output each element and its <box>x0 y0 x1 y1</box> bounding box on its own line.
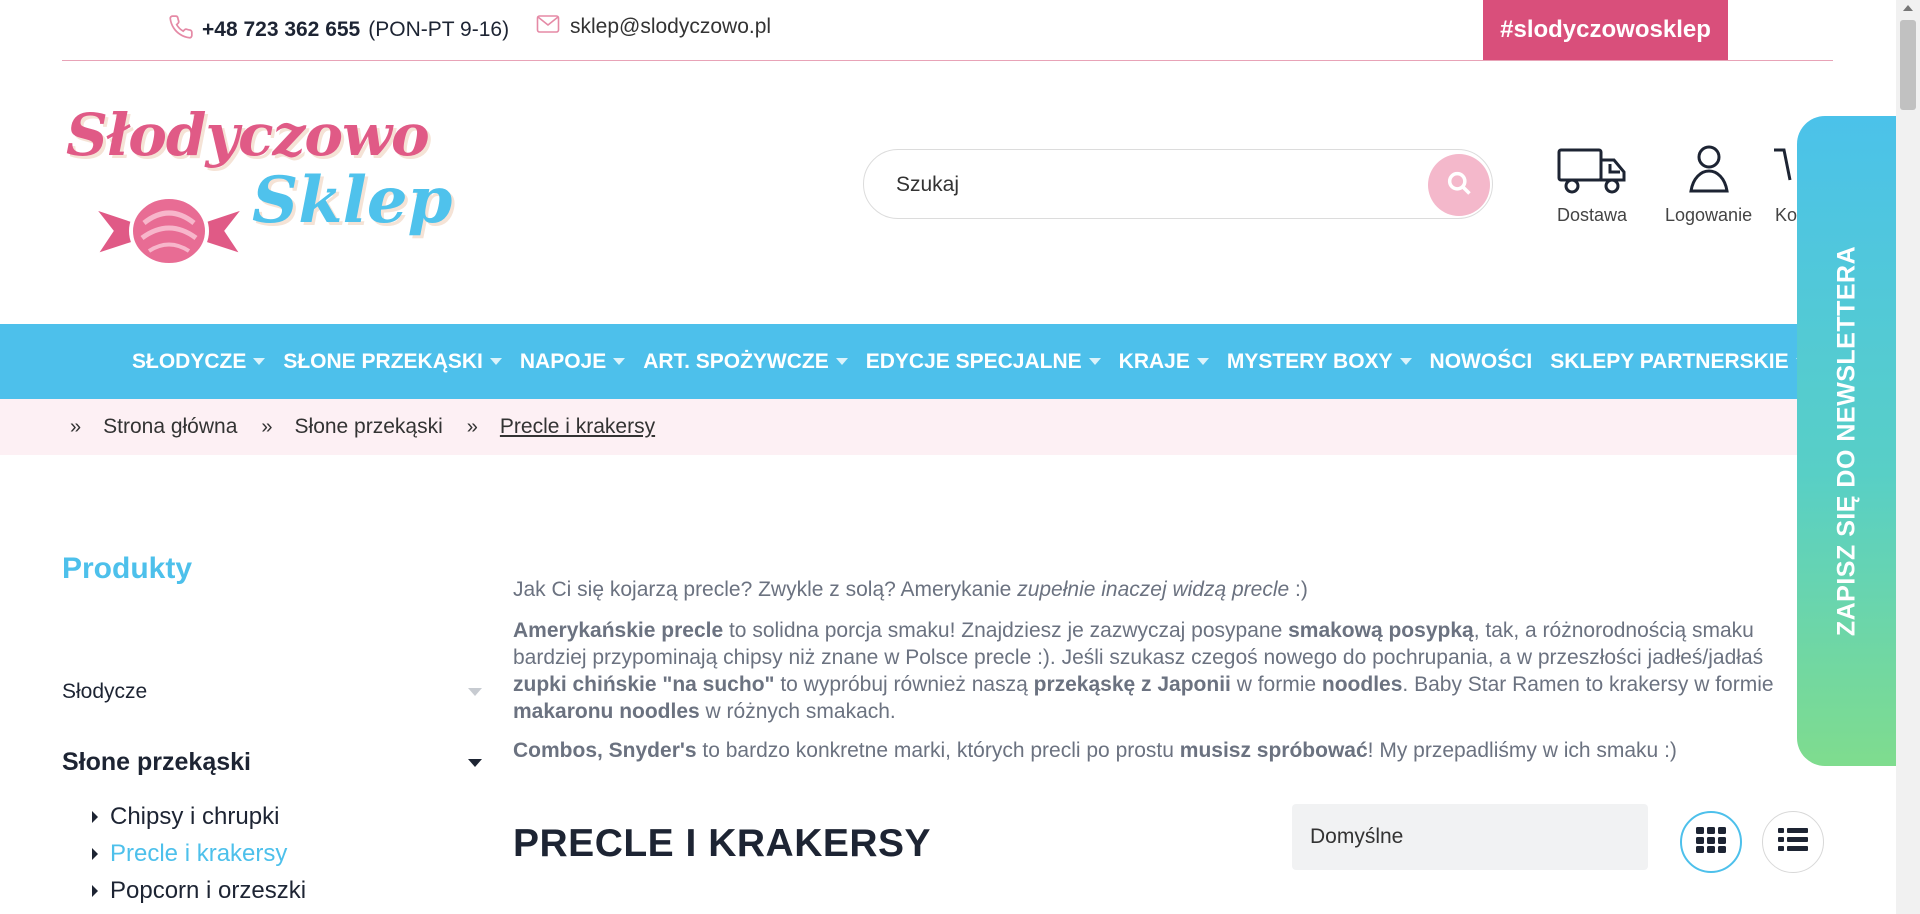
breadcrumb-slone-przekaski[interactable]: Słone przekąski <box>295 415 443 439</box>
chevron-down-icon <box>835 358 848 365</box>
sidebar-subitem-chipsy[interactable]: Chipsy i chrupki <box>92 803 279 831</box>
logo-text-line1: Słodyczowo <box>66 101 430 169</box>
sidebar-title: Produkty <box>62 552 193 585</box>
search-button[interactable] <box>1428 154 1490 216</box>
chevron-down-icon <box>489 358 502 365</box>
chevron-down-icon[interactable] <box>468 758 482 767</box>
contact-phone[interactable]: +48 723 362 655 (PON-PT 9-16) <box>168 14 509 46</box>
newsletter-label: ZAPISZ SIĘ DO NEWSLETTERA <box>1832 245 1860 637</box>
user-icon <box>1687 145 1731 200</box>
category-description: Jak Ci się kojarzą precle? Zwykle z solą… <box>513 576 1803 776</box>
list-icon <box>1778 827 1808 857</box>
grid-icon <box>1696 826 1726 858</box>
chevron-down-icon <box>613 358 626 365</box>
scrollbar-thumb[interactable] <box>1900 20 1916 110</box>
sidebar-subitem-popcorn[interactable]: Popcorn i orzeszki <box>92 877 306 905</box>
sidebar-category-slone-przekaski[interactable]: Słone przekąski <box>62 748 482 777</box>
phone-hours: (PON-PT 9-16) <box>368 18 510 41</box>
logo-text-line2: Sklep <box>252 163 453 238</box>
mail-icon <box>536 14 560 40</box>
breadcrumb: » Strona główna » Słone przekąski » Precle … <box>0 399 1920 455</box>
sidebar-category-label: Słodycze <box>62 680 148 703</box>
truck-icon <box>1556 148 1628 200</box>
newsletter-tab[interactable]: ZAPISZ SIĘ DO NEWSLETTERA <box>1797 116 1896 766</box>
cart-label: Ko <box>1774 205 1798 225</box>
sidebar-subitem-label: Precle i krakersy <box>110 840 288 867</box>
nav-item-nowosci[interactable]: NOWOŚCI <box>1430 350 1533 374</box>
grid-view-button[interactable] <box>1680 811 1742 873</box>
nav-item-edycje-specjalne[interactable]: EDYCJE SPECJALNE <box>866 350 1101 374</box>
scroll-up-icon[interactable] <box>1903 5 1913 11</box>
nav-item-slone-przekaski[interactable]: SŁONE PRZEKĄSKI <box>283 350 502 374</box>
nav-item-mystery-boxy[interactable]: MYSTERY BOXY <box>1227 350 1412 374</box>
main-nav: SŁODYCZE SŁONE PRZEKĄSKI NAPOJE ART. SPO… <box>0 324 1920 399</box>
description-paragraph: Amerykańskie precle to solidna porcja sm… <box>513 619 1774 723</box>
nav-item-slodycze[interactable]: SŁODYCZE <box>132 350 266 374</box>
nav-item-kraje[interactable]: KRAJE <box>1119 350 1209 374</box>
nav-item-art-spozywcze[interactable]: ART. SPOŻYWCZE <box>643 350 848 374</box>
cart-link[interactable]: Ko <box>1774 144 1798 226</box>
candy-icon <box>84 183 254 278</box>
contact-email[interactable]: sklep@slodyczowo.pl <box>536 14 771 40</box>
search-icon <box>1445 169 1473 202</box>
site-logo[interactable]: Słodyczowo Sklep <box>62 95 452 270</box>
email-address: sklep@slodyczowo.pl <box>570 15 772 38</box>
sidebar-subitem-label: Chipsy i chrupki <box>110 803 280 830</box>
caret-right-icon <box>92 848 98 860</box>
login-label: Logowanie <box>1665 205 1753 225</box>
chevron-down-icon[interactable] <box>468 688 482 696</box>
breadcrumb-home[interactable]: Strona główna <box>103 415 237 439</box>
nav-item-napoje[interactable]: NAPOJE <box>520 350 626 374</box>
search-input[interactable] <box>896 168 1396 202</box>
hashtag-button[interactable]: #slodyczowosklep <box>1483 0 1728 60</box>
cart-icon <box>1774 148 1798 200</box>
chevron-down-icon <box>1399 358 1412 365</box>
chevron-down-icon <box>1196 358 1209 365</box>
breadcrumb-separator: » <box>70 415 82 438</box>
page-title: PRECLE I KRAKERSY <box>513 822 932 865</box>
phone-number: +48 723 362 655 <box>202 18 361 41</box>
chevron-down-icon <box>253 358 266 365</box>
login-link[interactable]: Logowanie <box>1665 144 1752 226</box>
sort-selected-value: Domyślne <box>1310 825 1404 848</box>
breadcrumb-separator: » <box>261 415 273 438</box>
phone-icon <box>168 14 194 46</box>
chevron-down-icon <box>1088 358 1101 365</box>
sort-select[interactable]: Domyślne <box>1292 804 1648 870</box>
search-bar <box>863 149 1493 219</box>
breadcrumb-current[interactable]: Precle i krakersy <box>500 415 655 439</box>
description-paragraph: Combos, Snyder's to bardzo konkretne mar… <box>513 739 1677 762</box>
description-paragraph: Jak Ci się kojarzą precle? Zwykle z solą… <box>513 578 1308 601</box>
top-bar: +48 723 362 655 (PON-PT 9-16) sklep@slod… <box>62 0 1833 61</box>
sidebar-subitem-precle[interactable]: Precle i krakersy <box>92 840 287 868</box>
sidebar-category-slodycze[interactable]: Słodycze <box>62 680 482 704</box>
delivery-label: Dostawa <box>1556 205 1628 225</box>
sidebar-subitem-label: Popcorn i orzeszki <box>110 877 307 904</box>
caret-right-icon <box>92 811 98 823</box>
sidebar-category-label: Słone przekąski <box>62 748 251 776</box>
breadcrumb-separator: » <box>466 415 478 438</box>
caret-right-icon <box>92 885 98 897</box>
nav-item-sklepy-partnerskie[interactable]: SKLEPY PARTNERSKIE <box>1550 350 1808 374</box>
delivery-link[interactable]: Dostawa <box>1556 144 1628 226</box>
list-view-button[interactable] <box>1762 811 1824 873</box>
scrollbar[interactable] <box>1896 0 1920 914</box>
